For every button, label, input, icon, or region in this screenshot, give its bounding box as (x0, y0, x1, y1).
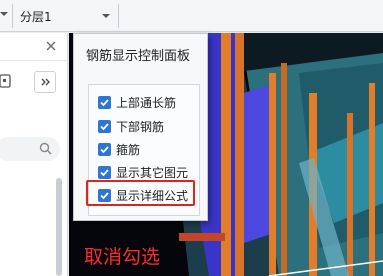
floor-select[interactable]: 分层1 (16, 4, 116, 28)
left-panel-header (0, 33, 68, 61)
toolbar-divider (118, 4, 119, 28)
close-icon[interactable] (46, 41, 56, 51)
option-stirrups[interactable]: 箍筋 (89, 138, 199, 160)
left-panel (0, 33, 68, 276)
option-bottom-rebar[interactable]: 下部钢筋 (89, 115, 199, 137)
option-label: 箍筋 (116, 142, 141, 157)
toolbar-divider (12, 4, 13, 28)
option-label: 显示其它图元 (116, 165, 189, 180)
panel-tool-button[interactable] (0, 71, 18, 93)
checkbox-checked[interactable] (98, 119, 111, 133)
option-top-continuous-rebar[interactable]: 上部通长筋 (89, 91, 199, 113)
checkbox-checked[interactable] (98, 165, 111, 179)
option-label: 上部通长筋 (116, 95, 177, 110)
search-input[interactable] (0, 137, 60, 161)
panel-title: 钢筋显示控制面板 (86, 49, 191, 64)
checkbox-checked[interactable] (98, 95, 111, 109)
chevron-down-icon (102, 14, 110, 18)
chevron-down-icon[interactable] (0, 10, 8, 18)
checkmark-icon (100, 168, 109, 176)
checkmark-icon (100, 145, 109, 153)
annotation-highlight-box (86, 180, 195, 206)
search-icon (39, 142, 52, 155)
checkbox-checked[interactable] (98, 142, 111, 156)
screen-icon (0, 74, 11, 88)
expand-button[interactable] (34, 71, 56, 93)
top-toolbar: 分层1 (0, 0, 383, 32)
scrollbar[interactable] (56, 178, 62, 276)
option-label: 下部钢筋 (116, 119, 165, 134)
checkmark-icon (100, 98, 109, 106)
annotation-text: 取消勾选 (84, 246, 161, 268)
floor-select-value: 分层1 (20, 9, 52, 24)
double-chevron-right-icon (41, 78, 50, 86)
checkmark-icon (100, 122, 109, 130)
